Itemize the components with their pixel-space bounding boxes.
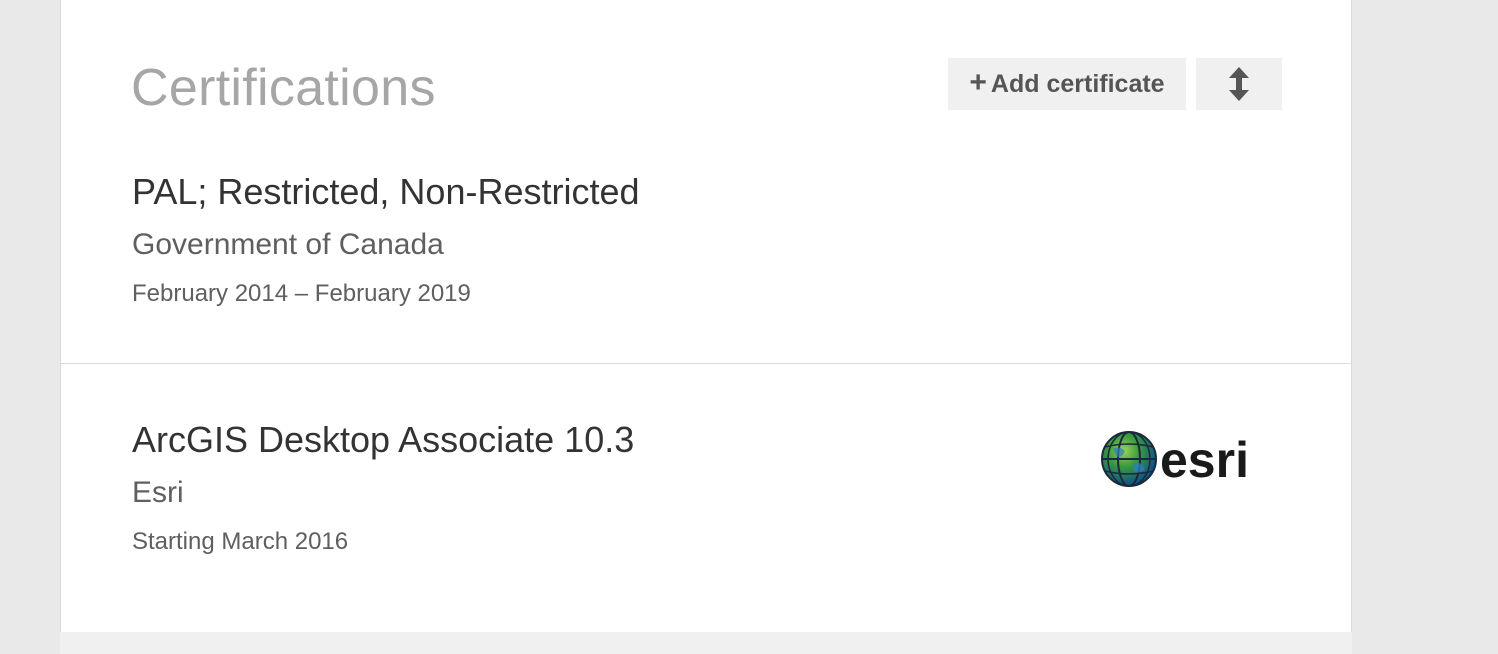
globe-icon: [1101, 431, 1157, 487]
section-title: Certifications: [131, 59, 436, 117]
reorder-button[interactable]: [1196, 58, 1282, 110]
certification-dates: February 2014 – February 2019: [132, 280, 471, 307]
certification-issuer: Government of Canada: [132, 228, 444, 261]
certifications-card: Certifications + Add certificate PAL; Re…: [60, 0, 1352, 632]
certification-dates: Starting March 2016: [132, 528, 349, 555]
certification-issuer: Esri: [132, 476, 184, 509]
svg-text:esri: esri: [1160, 432, 1249, 488]
certification-name[interactable]: PAL; Restricted, Non-Restricted: [132, 170, 640, 214]
reorder-vertical-icon: [1229, 67, 1249, 101]
add-certificate-button[interactable]: + Add certificate: [948, 58, 1186, 110]
add-certificate-label: Add certificate: [990, 69, 1165, 98]
certification-item: ArcGIS Desktop Associate 10.3 Esri Start…: [61, 365, 1351, 632]
bottom-strip: [60, 632, 1352, 654]
esri-logo: esri: [1101, 431, 1249, 488]
certification-item: PAL; Restricted, Non-Restricted Governme…: [61, 160, 1351, 364]
certification-name[interactable]: ArcGIS Desktop Associate 10.3: [132, 418, 634, 462]
plus-icon: +: [969, 66, 987, 99]
